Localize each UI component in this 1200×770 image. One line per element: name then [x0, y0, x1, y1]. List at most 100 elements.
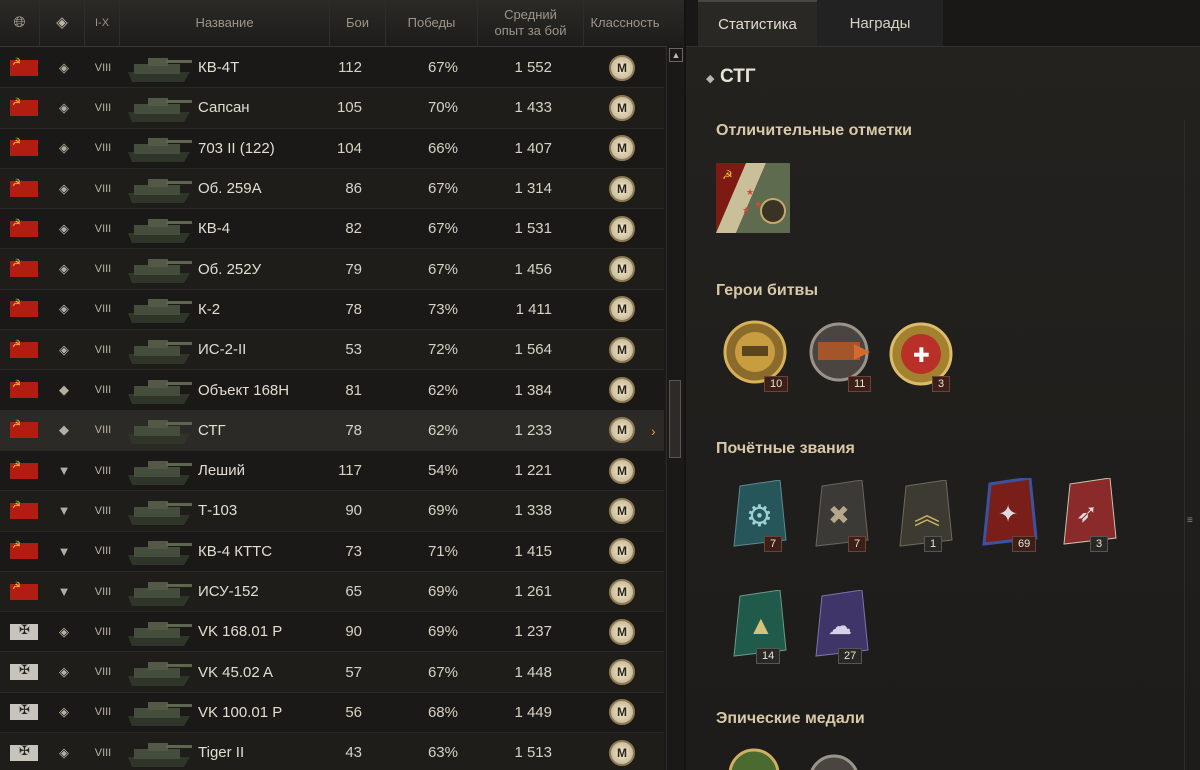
medal-count: 11 [848, 376, 872, 392]
honor-title-icon-1[interactable]: ⚙ 7 [726, 479, 796, 555]
nation-flag-icon [9, 370, 39, 409]
tab-statistics[interactable]: Статистика [698, 0, 817, 46]
avg-xp-value: 1 433 [514, 99, 552, 117]
mastery-label: M [609, 377, 635, 404]
table-row[interactable]: ◆ VIII СТГ 78 62% 1 233 M › [0, 410, 664, 451]
honor-title-icon-7[interactable]: ☁ 27 [808, 589, 878, 665]
epic-medal-icon-1[interactable] [726, 746, 786, 770]
vehicle-name: КВ-4 [198, 220, 231, 238]
wins-value: 66% [427, 139, 458, 157]
table-row[interactable]: ◈ VIII КВ-4 82 67% 1 531 M [0, 209, 664, 250]
tank-thumbnail-icon [120, 370, 198, 409]
nation-flag-icon [9, 88, 39, 127]
nation-flag-icon [9, 451, 39, 490]
wins-value: 69% [427, 623, 458, 641]
wins-value: 72% [427, 341, 458, 359]
mastery-badge-icon: M [606, 532, 638, 571]
mastery-badge-icon: M [606, 209, 638, 248]
medal-count: 3 [932, 376, 951, 392]
battle-hero-medal-icon-3[interactable]: ✚ 3 [886, 322, 958, 392]
mastery-badge-icon: M [606, 169, 638, 208]
svg-text:★: ★ [742, 205, 750, 215]
battles-value: 104 [336, 139, 362, 157]
nation-flag-icon [9, 209, 39, 248]
table-row[interactable]: ◈ VIII Сапсан 105 70% 1 433 M [0, 88, 664, 129]
table-row[interactable]: ◈ VIII Об. 259А 86 67% 1 314 M [0, 168, 664, 210]
mark-of-excellence-icon[interactable]: ☭ ★ ★ ★ [716, 163, 790, 233]
mastery-column-header[interactable]: Классность [584, 0, 666, 46]
table-row[interactable]: ◈ VIII VK 168.01 P 90 69% 1 237 M [0, 612, 664, 653]
table-row[interactable]: ▼ VIII Т-103 90 69% 1 338 M [0, 491, 664, 532]
nation-flag-icon [9, 411, 39, 450]
battles-value: 90 [345, 623, 362, 641]
wins-value: 70% [427, 99, 458, 117]
tier-label: VIII [94, 142, 112, 155]
avg-xp-column-header[interactable]: Средний опыт за бой [478, 0, 584, 46]
honor-title-icon-6[interactable]: ▲ 14 [726, 589, 796, 665]
svg-text:▲: ▲ [748, 610, 774, 640]
table-row[interactable]: ◈ VIII VK 45.02 A 57 67% 1 448 M [0, 652, 664, 693]
svg-text:☭: ☭ [722, 168, 733, 182]
table-row[interactable]: ▼ VIII Леший 117 54% 1 221 M [0, 450, 664, 492]
vehicle-class-icon: ◈ [59, 59, 69, 75]
table-row[interactable]: ◈ VIII Об. 252У 79 67% 1 456 M [0, 249, 664, 290]
mastery-label: M [609, 578, 635, 605]
wins-column-header[interactable]: Победы [386, 0, 478, 46]
title-count: 1 [924, 536, 943, 552]
mastery-badge-icon: M [606, 330, 638, 369]
epic-medal-icon-2[interactable] [806, 752, 866, 770]
vehicle-name: КВ-4Т [198, 59, 240, 77]
class-filter-header[interactable]: ◈ [40, 0, 85, 46]
tab-awards[interactable]: Награды [817, 0, 943, 46]
title-count: 69 [1012, 536, 1037, 552]
table-row[interactable]: ◈ VIII КВ-4Т 112 67% 1 552 M [0, 48, 664, 89]
table-row[interactable]: ▼ VIII КВ-4 КТТС 73 71% 1 415 M [0, 531, 664, 572]
name-column-header[interactable]: Название [120, 0, 330, 46]
vehicle-class-icon: ◈ [59, 220, 69, 236]
epic-section-title: Эпические медали [716, 710, 865, 727]
scroll-up-arrow-icon[interactable]: ▲ [669, 48, 683, 62]
tank-thumbnail-icon [120, 612, 198, 651]
table-row[interactable]: ◈ VIII Tiger II 43 63% 1 513 M [0, 733, 664, 770]
table-row[interactable]: ◈ VIII VK 100.01 P 56 68% 1 449 M [0, 692, 664, 734]
battles-value: 105 [336, 99, 362, 117]
table-row[interactable]: ◈ VIII К-2 78 73% 1 411 M [0, 289, 664, 331]
scrollbar-grip-icon[interactable]: ≡ [1187, 515, 1193, 526]
tank-thumbnail-icon [120, 129, 198, 168]
nation-filter-header[interactable]: 🌐︎ [0, 0, 40, 46]
nation-flag-icon [9, 491, 39, 530]
battles-value: 79 [345, 260, 362, 278]
vehicle-name: Объект 168Н [198, 381, 290, 399]
awards-scrollbar[interactable]: ≡ [1184, 120, 1199, 770]
table-row[interactable]: ◆ VIII Объект 168Н 81 62% 1 384 M [0, 370, 664, 411]
tank-thumbnail-icon [120, 88, 198, 127]
table-row[interactable]: ▼ VIII ИСУ-152 65 69% 1 261 M [0, 571, 664, 613]
honor-title-icon-4[interactable]: ✦ 69 [976, 476, 1046, 553]
mastery-label: M [609, 417, 635, 444]
battle-hero-medal-icon-2[interactable]: 11 [804, 320, 880, 392]
tank-thumbnail-icon [120, 209, 198, 248]
scrollbar-thumb[interactable] [669, 380, 681, 458]
tank-thumbnail-icon [120, 693, 198, 732]
titles-section-title: Почётные звания [716, 440, 855, 457]
tier-label: VIII [94, 625, 112, 638]
awards-panel: Статистика Награды ◆ СТГ Отличительные о… [686, 0, 1200, 770]
mastery-label: M [609, 739, 635, 766]
mastery-badge-icon: M [606, 693, 638, 732]
tier-label: VIII [94, 263, 112, 276]
vehicle-class-icon: ◆ [59, 422, 69, 438]
table-row[interactable]: ◈ VIII ИС-2-II 53 72% 1 564 M [0, 330, 664, 371]
honor-title-icon-2[interactable]: ✖ 7 [808, 479, 878, 555]
battles-column-header[interactable]: Бои [330, 0, 386, 46]
avg-xp-value: 1 456 [514, 260, 552, 278]
honor-title-icon-5[interactable]: ➶ 3 [1056, 477, 1126, 553]
battle-hero-medal-icon-1[interactable]: 10 [722, 320, 789, 392]
table-scrollbar[interactable]: ▲ [666, 46, 683, 770]
battles-value: 56 [345, 703, 362, 721]
tank-thumbnail-icon [120, 451, 198, 490]
table-row[interactable]: ◈ VIII 703 II (122) 104 66% 1 407 M [0, 128, 664, 169]
honor-title-icon-3[interactable]: ︽ 1 [892, 479, 962, 555]
tier-label: VIII [94, 384, 112, 397]
tier-filter-header[interactable]: I-X [85, 0, 120, 46]
wins-value: 62% [427, 421, 458, 439]
